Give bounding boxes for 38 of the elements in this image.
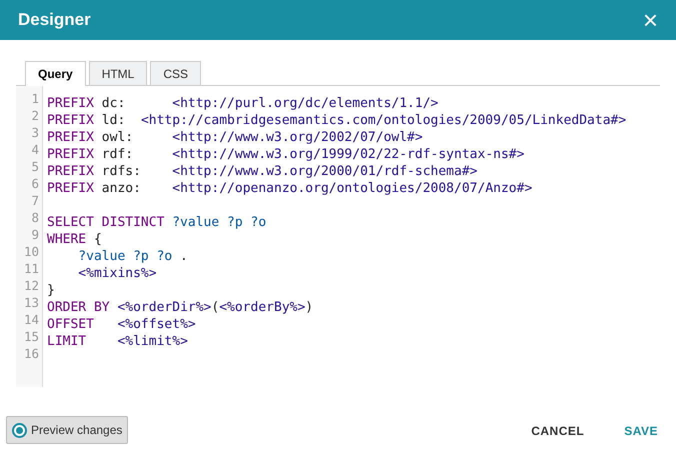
preview-changes-toggle[interactable]: Preview changes <box>6 416 128 444</box>
code-line: PREFIX dc: <http://purl.org/dc/elements/1.1/> <box>47 96 438 111</box>
line-number: 5 <box>30 159 40 176</box>
line-number: 13 <box>22 295 40 312</box>
line-number: 14 <box>22 312 40 329</box>
tab[interactable]: Query <box>25 61 86 86</box>
code-line: PREFIX ld: <http://cambridgesemantics.com/ontologies/2009/05/LinkedData#> <box>47 113 626 128</box>
tab[interactable]: HTML <box>88 61 148 85</box>
close-button[interactable]: × <box>642 7 658 33</box>
code-line: PREFIX anzo: <http://openanzo.org/ontologies/2008/07/Anzo#> <box>47 181 532 196</box>
code-line: LIMIT <%limit%> <box>47 334 188 349</box>
code-line: WHERE { <box>47 232 102 247</box>
code-line: PREFIX owl: <http://www.w3.org/2002/07/owl#> <box>47 130 423 145</box>
line-number: 2 <box>30 108 40 125</box>
line-number: 11 <box>22 261 40 278</box>
line-number: 12 <box>22 278 40 295</box>
code-line: } <box>47 283 55 298</box>
line-number: 4 <box>30 142 40 159</box>
line-number: 10 <box>22 244 40 261</box>
code-line: <%mixins%> <box>77 266 157 281</box>
line-number: 3 <box>30 125 40 142</box>
tab[interactable]: CSS <box>150 61 202 85</box>
line-number: 6 <box>30 176 40 193</box>
code-line: ?value ?p ?o . <box>77 249 188 264</box>
line-number: 1 <box>30 91 40 108</box>
line-number: 8 <box>30 210 40 227</box>
save-button[interactable]: SAVE <box>624 422 658 440</box>
code-line: OFFSET <%offset%> <box>47 317 196 332</box>
cancel-button[interactable]: CANCEL <box>531 422 584 440</box>
line-number: 7 <box>30 193 40 210</box>
line-number: 15 <box>22 329 40 346</box>
line-number: 9 <box>30 227 40 244</box>
code-line: ORDER BY <%orderDir%>(<%orderBy%>) <box>47 300 314 315</box>
window-title: Designer <box>18 9 91 32</box>
code-line: PREFIX rdfs: <http://www.w3.org/2000/01/rdf-schema#> <box>47 164 478 179</box>
line-number: 16 <box>22 346 40 363</box>
code-line: SELECT DISTINCT ?value ?p ?o <box>47 215 266 230</box>
code-line: PREFIX rdf: <http://www.w3.org/1999/02/22-rdf-syntax-ns#> <box>47 147 524 162</box>
